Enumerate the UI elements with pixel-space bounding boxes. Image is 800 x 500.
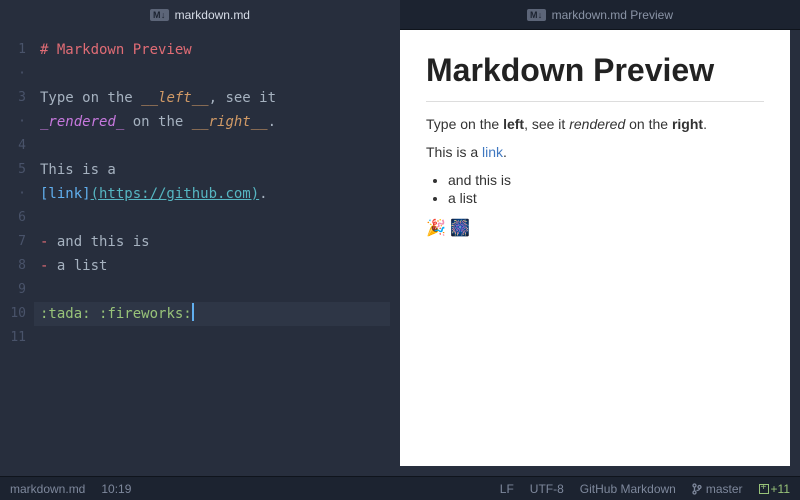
status-line-ending[interactable]: LF xyxy=(500,482,514,496)
preview-paragraph: Type on the left, see it rendered on the… xyxy=(426,116,764,132)
markdown-badge-icon: M↓ xyxy=(150,9,169,21)
line-gutter: 1·3 ·45 ·67 8910 11 xyxy=(0,30,34,476)
status-bar: markdown.md 10:19 LF UTF-8 GitHub Markdo… xyxy=(0,476,800,500)
editor-pane[interactable]: 1·3 ·45 ·67 8910 11 # Markdown Preview T… xyxy=(0,30,390,476)
status-cursor-position[interactable]: 10:19 xyxy=(101,482,131,496)
code-area[interactable]: # Markdown Preview Type on the __left__,… xyxy=(34,30,390,476)
preview-paragraph: This is a link. xyxy=(426,144,764,160)
status-grammar[interactable]: GitHub Markdown xyxy=(580,482,676,496)
status-git-branch[interactable]: master xyxy=(692,482,743,496)
split-container: 1·3 ·45 ·67 8910 11 # Markdown Preview T… xyxy=(0,30,800,476)
markdown-badge-icon: M↓ xyxy=(527,9,546,21)
list-item: and this is xyxy=(448,172,764,188)
tab-editor-label: markdown.md xyxy=(175,8,250,22)
preview-document[interactable]: Markdown Preview Type on the left, see i… xyxy=(400,30,790,466)
text-cursor xyxy=(192,303,194,321)
tab-preview[interactable]: M↓ markdown.md Preview xyxy=(400,0,800,30)
preview-pane: Markdown Preview Type on the left, see i… xyxy=(390,30,800,476)
git-branch-icon xyxy=(692,483,702,495)
status-encoding[interactable]: UTF-8 xyxy=(530,482,564,496)
preview-heading: Markdown Preview xyxy=(426,52,764,102)
preview-link[interactable]: link xyxy=(482,144,503,160)
list-item: a list xyxy=(448,190,764,206)
tab-bar: M↓ markdown.md M↓ markdown.md Preview xyxy=(0,0,800,30)
diff-add-icon xyxy=(759,484,769,494)
tab-preview-label: markdown.md Preview xyxy=(552,8,673,22)
status-file[interactable]: markdown.md xyxy=(10,482,85,496)
preview-list: and this is a list xyxy=(448,172,764,206)
status-git-diff[interactable]: +11 xyxy=(759,482,790,496)
tab-editor[interactable]: M↓ markdown.md xyxy=(0,0,400,30)
preview-emoji: 🎉 🎆 xyxy=(426,218,764,238)
